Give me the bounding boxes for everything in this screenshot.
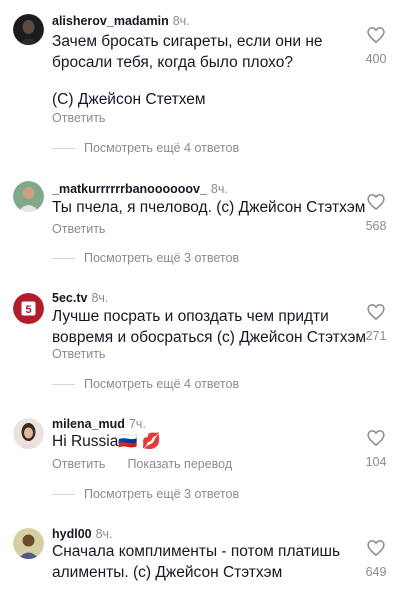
comment-username[interactable]: milena_mud bbox=[52, 417, 125, 431]
divider bbox=[52, 493, 75, 495]
avatar[interactable]: 5 bbox=[13, 293, 44, 324]
comment-actions: Ответить bbox=[52, 346, 105, 362]
comment-text: Лучше посрать и опоздать чем придти вовр… bbox=[52, 306, 367, 348]
heart-outline-icon[interactable] bbox=[367, 304, 385, 320]
comment-meta: 5ec.tv 8ч. bbox=[52, 290, 108, 306]
avatar[interactable] bbox=[13, 418, 44, 449]
heart-outline-icon[interactable] bbox=[367, 540, 385, 556]
avatar[interactable] bbox=[13, 14, 44, 45]
comment-username[interactable]: alisherov_madamin bbox=[52, 14, 169, 28]
like-button[interactable]: 104 bbox=[362, 430, 390, 469]
comment-line: Лучше посрать и опоздать чем придти bbox=[52, 308, 329, 325]
comment-meta: _matkurrrrrrbanoooooov_ 8ч. bbox=[52, 181, 228, 197]
divider bbox=[52, 383, 75, 385]
like-button[interactable]: 568 bbox=[362, 194, 390, 233]
comment-line: Ты пчела, я пчеловод. (с) Джейсон Стэтхэ… bbox=[52, 199, 366, 216]
like-button[interactable]: 400 bbox=[362, 27, 390, 66]
comment-meta: milena_mud 7ч. bbox=[52, 416, 146, 432]
comment-actions: Ответить bbox=[52, 110, 105, 126]
reply-button[interactable]: Ответить bbox=[52, 457, 105, 471]
comment-time: 8ч. bbox=[91, 291, 109, 305]
reply-button[interactable]: Ответить bbox=[52, 111, 105, 125]
comment-text: Ты пчела, я пчеловод. (с) Джейсон Стэтхэ… bbox=[52, 197, 366, 218]
comment-text: Hi Russia🇷🇺 💋 bbox=[52, 431, 348, 452]
avatar[interactable] bbox=[13, 181, 44, 212]
svg-text:5: 5 bbox=[25, 304, 31, 316]
comment-line: Сначала комплименты - потом платишь bbox=[52, 543, 341, 560]
reply-button[interactable]: Ответить bbox=[52, 222, 105, 236]
view-replies[interactable]: Посмотреть ещё 4 ответов bbox=[52, 140, 239, 156]
view-replies-label[interactable]: Посмотреть ещё 3 ответов bbox=[84, 250, 239, 266]
like-count: 400 bbox=[365, 52, 387, 66]
comment-text: Зачем бросать сигареты, если они не брос… bbox=[52, 31, 348, 110]
comment-meta: hydl00 8ч. bbox=[52, 526, 113, 542]
comment-time: 8ч. bbox=[95, 527, 113, 541]
comment-line: вовремя и обосраться (с) Джейсон Стэтхэм bbox=[52, 329, 367, 346]
like-count: 104 bbox=[365, 455, 387, 469]
comment-line: Hi Russia🇷🇺 💋 bbox=[52, 433, 162, 450]
comment-line: бросали тебя, когда было плохо? bbox=[52, 54, 293, 71]
heart-outline-icon[interactable] bbox=[367, 194, 385, 210]
view-replies[interactable]: Посмотреть ещё 4 ответов bbox=[52, 376, 239, 392]
divider bbox=[52, 257, 75, 259]
view-replies-label[interactable]: Посмотреть ещё 4 ответов bbox=[84, 140, 239, 156]
heart-outline-icon[interactable] bbox=[367, 27, 385, 43]
comment-actions: Ответить Показать перевод bbox=[52, 456, 232, 472]
view-replies-label[interactable]: Посмотреть ещё 4 ответов bbox=[84, 376, 239, 392]
comment-username[interactable]: 5ec.tv bbox=[52, 291, 87, 305]
comment-line: (С) Джейсон Стетхем bbox=[52, 91, 206, 108]
comment-line: Зачем бросать сигареты, если они не bbox=[52, 33, 323, 50]
like-count: 649 bbox=[365, 565, 387, 579]
show-translation-button[interactable]: Показать перевод bbox=[127, 457, 232, 471]
reply-button[interactable]: Ответить bbox=[52, 347, 105, 361]
like-button[interactable]: 649 bbox=[362, 540, 390, 579]
divider bbox=[52, 147, 75, 149]
like-count: 271 bbox=[365, 329, 387, 343]
comment-actions: Ответить bbox=[52, 221, 105, 237]
comment-username[interactable]: hydl00 bbox=[52, 527, 92, 541]
view-replies[interactable]: Посмотреть ещё 3 ответов bbox=[52, 486, 239, 502]
like-count: 568 bbox=[365, 219, 387, 233]
view-replies[interactable]: Посмотреть ещё 3 ответов bbox=[52, 250, 239, 266]
comment-time: 7ч. bbox=[128, 417, 146, 431]
comment-username[interactable]: _matkurrrrrrbanoooooov_ bbox=[52, 182, 207, 196]
heart-outline-icon[interactable] bbox=[367, 430, 385, 446]
comment-line: алименты. (с) Джейсон Стэтхэм bbox=[52, 564, 283, 581]
comment-text: Сначала комплименты - потом платишь алим… bbox=[52, 541, 348, 583]
comment-time: 8ч. bbox=[172, 14, 190, 28]
comment-meta: alisherov_madamin 8ч. bbox=[52, 13, 190, 29]
avatar[interactable] bbox=[13, 528, 44, 559]
comment-time: 8ч. bbox=[210, 182, 228, 196]
like-button[interactable]: 271 bbox=[362, 304, 390, 343]
view-replies-label[interactable]: Посмотреть ещё 3 ответов bbox=[84, 486, 239, 502]
